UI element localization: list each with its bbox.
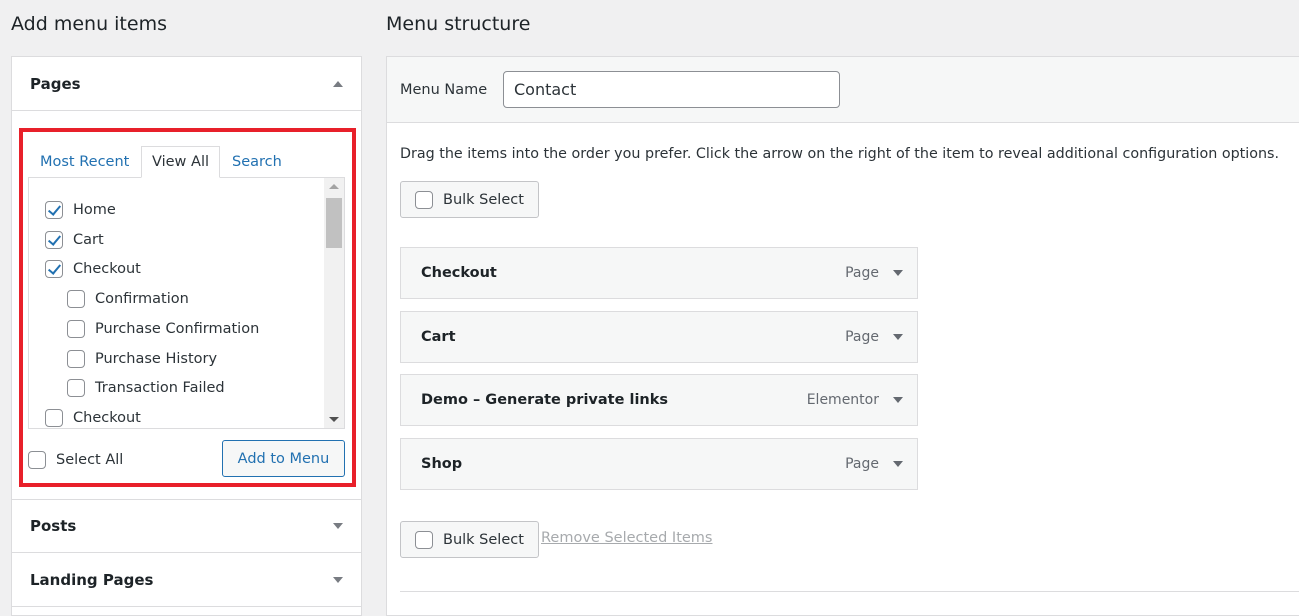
page-label: Cart: [73, 231, 104, 248]
menu-item[interactable]: Cart Page: [400, 310, 918, 363]
bulk-select-checkbox[interactable]: [415, 530, 433, 549]
posts-section-header[interactable]: Posts: [12, 499, 361, 553]
menu-item-title: Checkout: [421, 265, 497, 281]
expand-arrow-icon[interactable]: [333, 523, 343, 529]
divider: [400, 591, 1299, 592]
page-checkbox[interactable]: [45, 230, 63, 249]
menu-item-title: Shop: [421, 455, 463, 472]
page-list-item[interactable]: Purchase Confirmation: [67, 319, 260, 338]
menu-item-type: Page: [845, 455, 879, 472]
page-label: Home: [73, 202, 116, 218]
pages-section-title: Pages: [30, 74, 81, 93]
menu-item-type: Page: [845, 265, 879, 281]
page-label: Checkout: [73, 261, 141, 278]
menu-item[interactable]: Checkout Page: [400, 247, 918, 299]
scroll-up-icon[interactable]: [329, 184, 339, 189]
menu-item-title: Cart: [421, 328, 456, 345]
bulk-select-button-top[interactable]: Bulk Select: [400, 181, 539, 218]
page-list-item[interactable]: Purchase History: [67, 349, 218, 368]
page-checkbox[interactable]: [45, 408, 63, 427]
page-label: Checkout: [73, 409, 141, 426]
page-list-item[interactable]: Cart: [45, 230, 104, 249]
page-list-item[interactable]: Checkout: [45, 260, 141, 279]
menu-item-title: Demo – Generate private links: [421, 392, 669, 408]
page-label: Purchase Confirmation: [95, 320, 260, 337]
select-all-checkbox[interactable]: [28, 451, 46, 469]
expand-arrow-icon[interactable]: [893, 397, 903, 403]
menu-item-type: Elementor: [806, 392, 879, 408]
landing-pages-section-title: Landing Pages: [30, 570, 154, 589]
page-checkbox[interactable]: [67, 290, 85, 309]
expand-arrow-icon[interactable]: [893, 333, 903, 340]
tab-view-all[interactable]: View All: [141, 146, 220, 178]
add-menu-items-heading: Add menu items: [11, 13, 167, 35]
page-list-item[interactable]: Home: [45, 201, 116, 219]
scrollbar[interactable]: [324, 178, 344, 428]
page-checkbox[interactable]: [45, 260, 63, 279]
bulk-select-button-bottom[interactable]: Bulk Select: [400, 521, 539, 558]
page-label: Purchase History: [95, 350, 218, 367]
tab-search[interactable]: Search: [222, 146, 292, 178]
scrollbar-thumb[interactable]: [326, 198, 342, 248]
expand-arrow-icon[interactable]: [893, 460, 903, 467]
page-list-item[interactable]: Transaction Failed: [67, 379, 225, 398]
page-checkbox[interactable]: [45, 201, 63, 219]
pages-checklist: Home Cart Checkout Confirmation Purchase Con…: [28, 177, 345, 429]
page-label: Confirmation: [95, 291, 189, 308]
remove-selected-items-link[interactable]: Remove Selected Items: [541, 530, 712, 546]
page-list-item[interactable]: Checkout: [45, 408, 141, 427]
add-to-menu-button[interactable]: Add to Menu: [222, 440, 345, 477]
menu-item-type: Page: [845, 328, 879, 345]
bulk-select-label: Bulk Select: [443, 531, 524, 548]
menu-structure-heading: Menu structure: [386, 13, 531, 35]
menu-item[interactable]: Demo – Generate private links Elementor: [400, 374, 918, 426]
page-label: Transaction Failed: [95, 380, 225, 397]
posts-section-title: Posts: [30, 517, 77, 535]
menu-name-input[interactable]: [503, 71, 840, 108]
landing-pages-section-header[interactable]: Landing Pages: [12, 553, 361, 607]
page-checkbox[interactable]: [67, 379, 85, 398]
menu-name-bar: Menu Name: [387, 57, 1299, 123]
page-list-item[interactable]: Confirmation: [67, 290, 189, 309]
menu-name-label: Menu Name: [400, 82, 488, 98]
select-all[interactable]: Select All: [28, 451, 123, 469]
add-menu-items-panel: Pages Most Recent View All Search Home Ca…: [11, 56, 362, 616]
instructions-text: Drag the items into the order you prefer…: [400, 146, 1280, 162]
menu-item[interactable]: Shop Page: [400, 437, 918, 490]
expand-arrow-icon[interactable]: [333, 576, 343, 583]
bulk-select-checkbox[interactable]: [415, 190, 433, 209]
tab-most-recent[interactable]: Most Recent: [30, 146, 139, 178]
pages-highlight-box: Most Recent View All Search Home Cart Chec…: [19, 128, 356, 487]
pages-section-header[interactable]: Pages: [12, 57, 361, 111]
expand-arrow-icon[interactable]: [893, 270, 903, 276]
collapse-arrow-icon[interactable]: [333, 80, 343, 87]
page-checkbox[interactable]: [67, 319, 85, 338]
menu-structure-panel: Menu Name Drag the items into the order …: [386, 56, 1299, 616]
scroll-down-icon[interactable]: [329, 417, 339, 422]
bulk-select-label: Bulk Select: [443, 191, 524, 208]
select-all-label: Select All: [56, 452, 124, 468]
page-checkbox[interactable]: [67, 349, 85, 368]
